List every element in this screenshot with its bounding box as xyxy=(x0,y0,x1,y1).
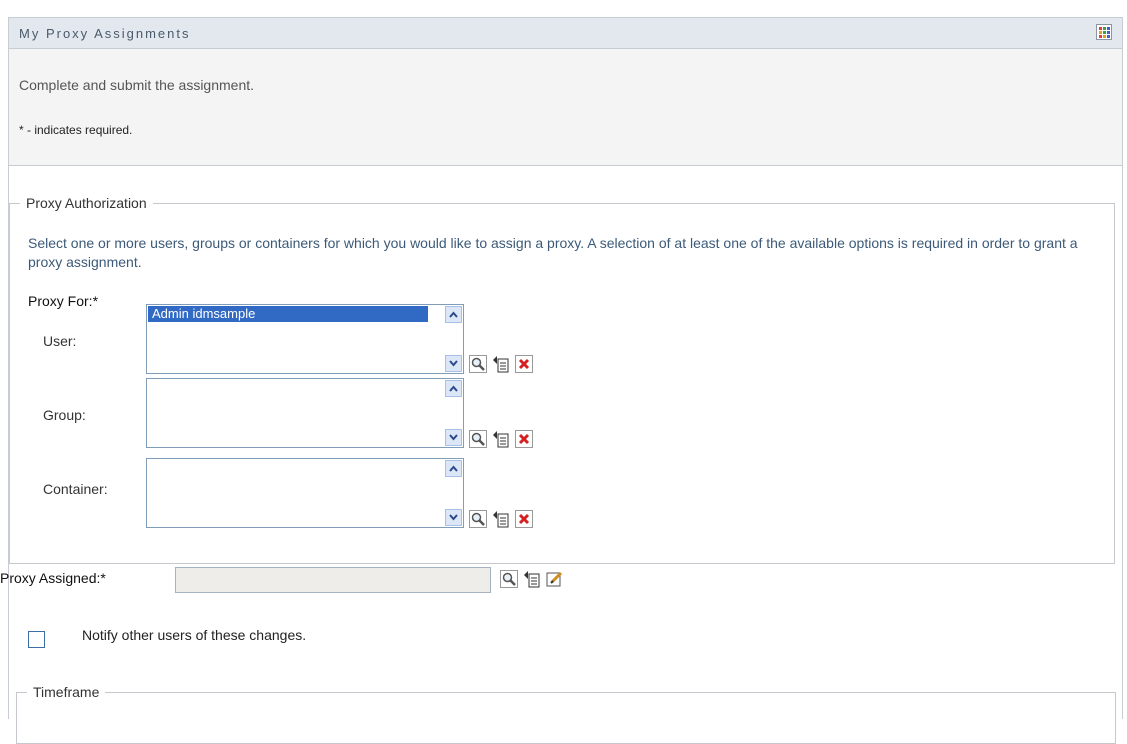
layout-options-icon[interactable] xyxy=(1096,24,1112,40)
proxy-for-label: Proxy For:* xyxy=(28,293,99,309)
proxy-assigned-field[interactable] xyxy=(175,567,491,593)
timeframe-group: Timeframe xyxy=(16,684,1116,744)
clear-x-icon[interactable] xyxy=(515,430,533,448)
user-list-item[interactable]: Admin idmsample xyxy=(148,306,428,322)
history-list-icon[interactable] xyxy=(492,355,510,373)
scroll-down-icon[interactable] xyxy=(445,509,462,526)
notify-label: Notify other users of these changes. xyxy=(82,627,307,643)
user-listbox[interactable]: Admin idmsample xyxy=(146,304,464,374)
group-listbox[interactable] xyxy=(146,378,464,448)
history-list-icon[interactable] xyxy=(492,510,510,528)
magnifier-icon[interactable] xyxy=(469,510,487,528)
required-note: * - indicates required. xyxy=(19,123,133,137)
scroll-up-icon[interactable] xyxy=(445,306,462,323)
notify-checkbox[interactable] xyxy=(28,631,45,648)
history-list-icon[interactable] xyxy=(523,570,541,588)
scroll-down-icon[interactable] xyxy=(445,355,462,372)
clear-x-icon[interactable] xyxy=(515,355,533,373)
container-label: Container: xyxy=(43,481,108,497)
user-label: User: xyxy=(43,333,77,349)
magnifier-icon[interactable] xyxy=(469,355,487,373)
magnifier-icon[interactable] xyxy=(500,570,518,588)
history-list-icon[interactable] xyxy=(492,430,510,448)
timeframe-legend: Timeframe xyxy=(33,684,100,700)
scroll-down-icon[interactable] xyxy=(445,429,462,446)
scroll-up-icon[interactable] xyxy=(445,380,462,397)
intro-section: Complete and submit the assignment. * - … xyxy=(9,49,1122,166)
clear-x-icon[interactable] xyxy=(515,510,533,528)
proxy-authorization-legend: Proxy Authorization xyxy=(26,195,147,211)
group-label: Group: xyxy=(43,407,86,423)
proxy-assignments-panel: My Proxy Assignments Complete and submit… xyxy=(8,17,1123,719)
magnifier-icon[interactable] xyxy=(469,430,487,448)
edit-pencil-icon[interactable] xyxy=(546,570,564,588)
panel-header: My Proxy Assignments xyxy=(9,17,1122,49)
proxy-authorization-description: Select one or more users, groups or cont… xyxy=(28,235,1078,270)
container-listbox[interactable] xyxy=(146,458,464,528)
scroll-up-icon[interactable] xyxy=(445,460,462,477)
instruction-text: Complete and submit the assignment. xyxy=(19,77,255,93)
panel-title: My Proxy Assignments xyxy=(19,26,191,41)
proxy-assigned-label: Proxy Assigned:* xyxy=(0,570,106,586)
